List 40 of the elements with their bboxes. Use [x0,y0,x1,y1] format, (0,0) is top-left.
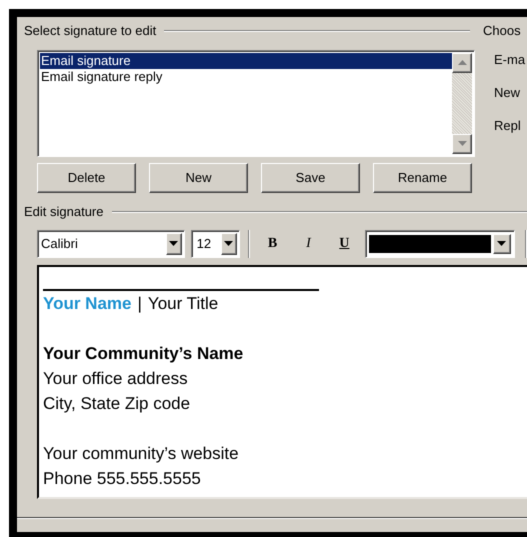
caret-icon [497,241,506,246]
signature-line: City, State Zip code [43,393,190,416]
name-text: Your Name [43,293,132,316]
caret-icon [169,241,178,246]
signature-line: Your community’s website [43,443,239,466]
underline-button[interactable]: U [329,230,360,258]
group-label: Choos [483,22,522,40]
list-item[interactable]: Email signature reply [40,68,452,84]
action-button[interactable]: New [149,162,248,192]
title-text: Your Title [148,293,218,316]
action-button[interactable]: Delete [37,162,136,192]
signature-line: Phone 555.555.5555 [43,468,201,490]
action-button[interactable]: Save [261,162,360,192]
scroll-up-button[interactable] [452,52,472,72]
field-label: E-ma [494,50,526,68]
up-arrow-icon [458,60,466,65]
bold-button[interactable]: B [258,230,288,258]
size-combo[interactable]: 12 [190,230,240,258]
font-combo[interactable]: Calibri [37,230,185,258]
color-combo[interactable] [365,230,515,258]
list-item[interactable]: Email signature [40,52,452,68]
group-label: Select signature to edit [24,22,156,40]
signature-line: Your office address [43,368,188,390]
font-value: Calibri [40,234,79,253]
caret-icon [224,241,234,246]
dropdown-button[interactable] [166,232,182,254]
community-name: Your Community’s Name [43,343,244,366]
scroll-down-button[interactable] [452,134,472,154]
field-label: Repl [494,116,522,134]
field-label: New [494,84,522,100]
italic-button[interactable]: I [293,230,324,258]
dropdown-button[interactable] [492,234,511,254]
dropdown-button[interactable] [220,232,237,254]
size-value: 12 [196,234,212,253]
down-arrow-icon [458,141,466,146]
group-label: Edit signature [24,203,104,221]
signature-editor[interactable]: Your Name | Your Title Your Community’s Name Your office address City, State Zip code Your community’s website Phone 555.555.5555 [37,264,527,498]
action-button[interactable]: Rename [373,162,472,192]
scrollbar[interactable] [452,52,472,154]
separator-text: | [138,293,142,316]
